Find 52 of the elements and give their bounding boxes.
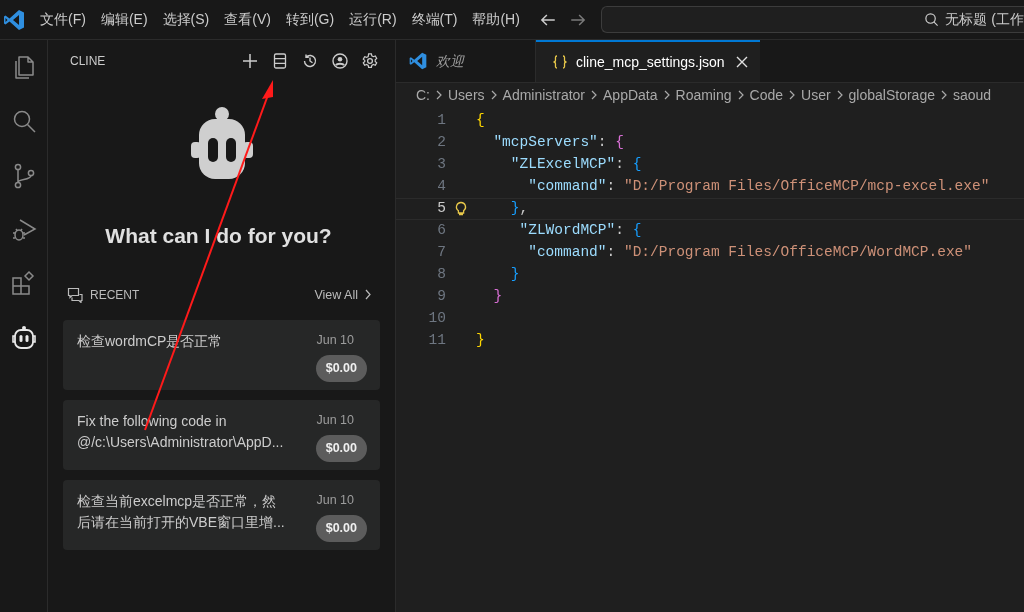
code-line: }: [492, 287, 503, 307]
menu-item[interactable]: 选择(S): [162, 9, 210, 30]
code-line: "mcpServers": {: [492, 133, 624, 153]
breadcrumb-item[interactable]: Roaming: [675, 84, 732, 106]
task-date: Jun 10: [316, 492, 354, 510]
cost-badge: $0.00: [315, 355, 367, 382]
line-number: 7: [436, 243, 446, 263]
code-line: },: [509, 199, 529, 219]
breadcrumb-item[interactable]: C:: [416, 84, 430, 106]
line-number: 2: [436, 133, 446, 153]
task-date: Jun 10: [316, 412, 354, 430]
section-label: RECENT: [90, 286, 140, 304]
task-card[interactable]: 检查当前excelmcp是否正常，然 后请在当前打开的VBE窗口里增... Jun 10 $0.00: [63, 480, 380, 551]
code-line: "ZLExcelMCP": {: [509, 155, 642, 175]
breadcrumb-item[interactable]: saoud: [953, 84, 992, 106]
menu-item[interactable]: 文件(F): [40, 9, 86, 30]
breadcrumb-item[interactable]: Code: [749, 84, 783, 106]
code-line: }: [476, 331, 485, 351]
breadcrumb-item[interactable]: AppData: [603, 84, 658, 106]
line-number: 5: [436, 199, 446, 219]
code-line: "command": "D:/Program Files/OfficeMCP/mcp-excel.exe": [527, 177, 990, 197]
line-number: 11: [427, 331, 446, 351]
menu-item[interactable]: 转到(G): [285, 9, 335, 30]
line-number: 6: [436, 221, 446, 241]
menu-item[interactable]: 查看(V): [224, 9, 271, 30]
line-number: 3: [436, 155, 446, 175]
line-number: 8: [436, 265, 446, 285]
line-number: 4: [436, 177, 446, 197]
line-number: 9: [436, 287, 446, 307]
code-line: }: [509, 265, 520, 285]
line-number: 1: [436, 111, 446, 131]
cost-badge: $0.00: [315, 515, 367, 542]
welcome-heading: What can I do for you?: [104, 223, 333, 249]
task-date: Jun 10: [316, 332, 354, 350]
breadcrumb-item[interactable]: Users: [448, 84, 485, 106]
editor-tab[interactable]: cline_mcp_settings.json: [536, 40, 760, 82]
task-title: 检查当前excelmcp是否正常，然 后请在当前打开的VBE窗口里增...: [77, 492, 286, 533]
menu-item[interactable]: 终端(T): [411, 9, 458, 30]
code-line: {: [476, 111, 485, 131]
breadcrumb-item[interactable]: Administrator: [502, 84, 586, 106]
breadcrumb-item[interactable]: globalStorage: [848, 84, 935, 106]
cost-badge: $0.00: [315, 435, 367, 462]
line-number: 10: [427, 309, 446, 329]
command-center-search[interactable]: 无标题 (工作: [600, 6, 1024, 33]
code-line: "ZLWordMCP": {: [518, 221, 642, 241]
code-line: "command": "D:/Program Files/OfficeMCP/WordMCP.exe": [527, 243, 972, 263]
view-all-link[interactable]: View All: [314, 285, 372, 305]
menu-item[interactable]: 帮助(H): [472, 9, 520, 30]
panel-title: CLINE: [70, 53, 106, 70]
menu-item[interactable]: 运行(R): [349, 9, 397, 30]
menu-item[interactable]: 编辑(E): [100, 9, 148, 30]
breadcrumb-item[interactable]: User: [801, 84, 831, 106]
